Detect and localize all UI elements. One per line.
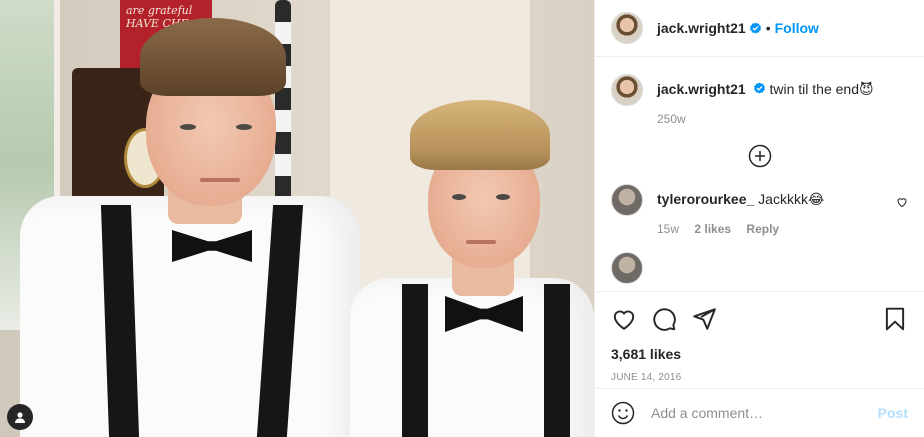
- post-photo[interactable]: are grateful HAVE CHE: [0, 0, 594, 437]
- add-comment-bar: Post: [595, 388, 924, 437]
- comment-likes[interactable]: 2 likes: [694, 222, 731, 236]
- comment-username[interactable]: tylerorourkee_: [657, 191, 754, 207]
- comment-like-heart-icon[interactable]: [896, 196, 908, 208]
- plus-circle-icon: [748, 144, 771, 168]
- tagged-user-icon[interactable]: [7, 404, 33, 430]
- caption-text: twin til the end: [769, 81, 859, 97]
- like-heart-icon[interactable]: [611, 306, 637, 332]
- comment-age[interactable]: 15w: [657, 222, 679, 236]
- add-comment-input[interactable]: [651, 405, 878, 421]
- post-header: jack.wright21 • Follow: [595, 0, 924, 57]
- caption-emoji: 😈: [858, 81, 874, 97]
- follow-button[interactable]: Follow: [775, 20, 819, 36]
- post-details-panel: jack.wright21 • Follow jack.wright21 twi…: [594, 0, 924, 437]
- post-actions: 3,681 likes JUNE 14, 2016: [595, 291, 924, 383]
- comment-bubble-icon[interactable]: [651, 306, 677, 332]
- commenter-avatar[interactable]: [611, 252, 643, 284]
- comment-reply-button[interactable]: Reply: [746, 222, 779, 236]
- load-more-comments-button[interactable]: [611, 144, 908, 168]
- verified-badge-icon: [749, 21, 761, 34]
- author-avatar[interactable]: [611, 12, 643, 44]
- comment-row: tylerorourkee_ Jackkkk😂 15w 2 likes Repl…: [611, 184, 908, 238]
- verified-badge-icon: [753, 82, 765, 94]
- caption-row: jack.wright21 twin til the end😈 250w: [611, 74, 908, 128]
- like-count[interactable]: 3,681 likes: [611, 346, 908, 362]
- commenter-avatar[interactable]: [611, 184, 643, 216]
- caption-author-avatar[interactable]: [611, 74, 643, 106]
- caption-username[interactable]: jack.wright21: [657, 81, 746, 97]
- save-bookmark-icon[interactable]: [882, 306, 908, 332]
- comments-section[interactable]: jack.wright21 twin til the end😈 250w tyl…: [595, 58, 924, 290]
- post-comment-button[interactable]: Post: [878, 405, 908, 421]
- post-date[interactable]: JUNE 14, 2016: [611, 372, 908, 383]
- header-separator: •: [765, 20, 771, 36]
- comment-emoji: 😂: [807, 191, 825, 207]
- comment-row-partial: [611, 252, 908, 284]
- author-username[interactable]: jack.wright21: [657, 20, 746, 36]
- emoji-smiley-icon[interactable]: [611, 401, 635, 425]
- caption-age[interactable]: 250w: [657, 112, 686, 126]
- comment-text: Jackkkk: [758, 191, 808, 207]
- share-paper-plane-icon[interactable]: [691, 306, 717, 332]
